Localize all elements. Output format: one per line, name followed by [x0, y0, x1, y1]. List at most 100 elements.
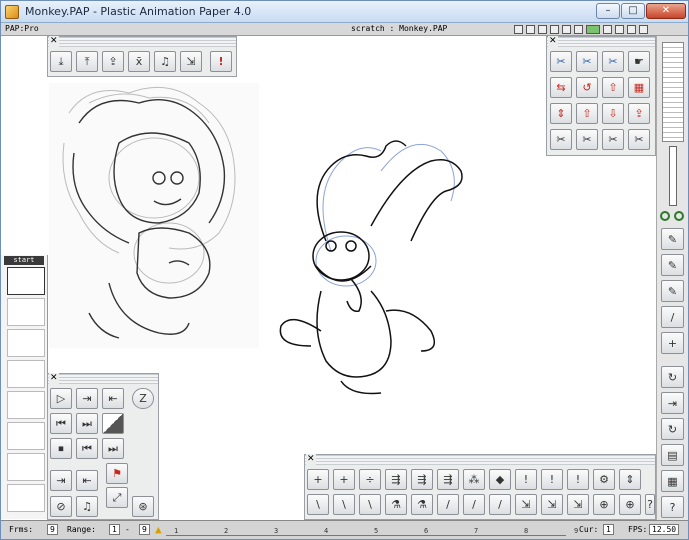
frame-thumbnail[interactable] [7, 360, 45, 388]
fps-value[interactable]: 12.50 [649, 524, 680, 535]
frame-thumbnail[interactable] [7, 422, 45, 450]
step-back-button[interactable]: ⇤ [102, 388, 124, 409]
timeline-ruler[interactable]: 1 2 3 4 5 6 7 8 9 [166, 524, 578, 536]
bottom-tool-button[interactable]: ⇶ [411, 469, 433, 490]
toggle-icon[interactable] [674, 211, 684, 221]
move-down-tool-button[interactable]: ⇩ [602, 103, 624, 124]
import-tool-button[interactable]: ⇲ [180, 51, 202, 72]
monkey-drawing[interactable] [271, 131, 491, 401]
panel-grip[interactable] [48, 37, 236, 47]
cut-selection-button[interactable]: ✂ [628, 129, 650, 150]
step-forward-button[interactable]: ⇥ [76, 388, 98, 409]
skip-tool-button[interactable]: ⇥ [661, 392, 684, 414]
panel-close-icon[interactable]: ✕ [306, 454, 316, 465]
help-button[interactable]: ? [645, 494, 655, 515]
range-to-field[interactable]: 9 [139, 524, 150, 535]
frame-thumbnail[interactable] [7, 391, 45, 419]
panel-close-icon[interactable]: ✕ [49, 36, 59, 47]
move-up-tool-button[interactable]: ⇧ [602, 77, 624, 98]
frame-thumbnail[interactable] [7, 329, 45, 357]
line-tool-button[interactable]: / [661, 306, 684, 328]
bottom-tool-button[interactable]: / [489, 494, 511, 515]
close-button[interactable]: ✕ [646, 3, 686, 19]
move-up-tool-button[interactable]: ⇧ [576, 103, 598, 124]
export-tool-button[interactable]: ⇪ [102, 51, 124, 72]
frame-tool-button[interactable]: x̄ [128, 51, 150, 72]
bottom-tool-button[interactable]: ⇕ [619, 469, 641, 490]
bottom-tool-button[interactable]: + [333, 469, 355, 490]
mini-window-icon[interactable] [639, 25, 648, 34]
contrast-button[interactable] [102, 413, 124, 434]
bottom-tool-button[interactable]: ! [567, 469, 589, 490]
bottom-tool-button[interactable]: ⇶ [385, 469, 407, 490]
layer-tool-button[interactable]: ▦ [661, 470, 684, 492]
flip-vertical-tool-button[interactable]: ⇕ [550, 103, 572, 124]
sound-button[interactable]: ♫ [76, 496, 98, 517]
stop-button[interactable]: ⏹ [50, 438, 72, 459]
bottom-tool-button[interactable]: ⚙ [593, 469, 615, 490]
loop-end-button[interactable]: ⇤ [76, 470, 98, 491]
bottom-tool-button[interactable]: ÷ [359, 469, 381, 490]
pencil-erase-button[interactable]: ✎ [661, 254, 684, 276]
loop-start-button[interactable]: ⇥ [50, 470, 72, 491]
load-tool-button[interactable]: ⤓ [50, 51, 72, 72]
bottom-tool-button[interactable]: ⚗ [385, 494, 407, 515]
zoom-button[interactable]: Z [132, 388, 154, 409]
first-frame-button[interactable]: ⏮ [50, 413, 72, 434]
maximize-button[interactable]: □ [621, 3, 645, 19]
frame-thumbnail[interactable] [7, 484, 45, 512]
sound-tool-button[interactable]: ♫ [154, 51, 176, 72]
mini-window-icon[interactable] [574, 25, 583, 34]
onion-skin-drawing[interactable] [49, 83, 259, 348]
bottom-tool-button[interactable]: / [463, 494, 485, 515]
mini-window-icon[interactable] [562, 25, 571, 34]
last-frame-button[interactable]: ⏭ [76, 413, 98, 434]
title-bar[interactable]: Monkey.PAP - Plastic Animation Paper 4.0… [1, 1, 688, 23]
bottom-tool-button[interactable]: / [437, 494, 459, 515]
bottom-tool-button[interactable]: ◆ [489, 469, 511, 490]
brush-tool-button[interactable]: ✎ [661, 280, 684, 302]
help-tool-button[interactable]: ? [661, 496, 684, 518]
rotate-tool-button[interactable]: ↺ [576, 77, 598, 98]
redo-tool-button[interactable]: ↻ [661, 366, 684, 388]
current-frame-value[interactable]: 1 [603, 524, 614, 535]
frame-thumbnail[interactable] [7, 298, 45, 326]
fast-forward-button[interactable]: ⏭ [102, 438, 124, 459]
fill-tool-button[interactable]: ▤ [661, 444, 684, 466]
cut-selection-button[interactable]: ✂ [576, 129, 598, 150]
panel-grip[interactable] [305, 455, 655, 465]
cut-selection-button[interactable]: ✂ [602, 129, 624, 150]
bottom-tool-button[interactable]: ! [515, 469, 537, 490]
panel-grip[interactable] [547, 37, 655, 47]
export-layer-tool-button[interactable]: ⇪ [628, 103, 650, 124]
mini-window-icon[interactable] [603, 25, 612, 34]
bottom-tool-button[interactable]: ⁂ [463, 469, 485, 490]
marker-button[interactable]: ⚑ [106, 463, 128, 484]
bottom-tool-button[interactable]: \ [359, 494, 381, 515]
range-from-field[interactable]: 1 [109, 524, 120, 535]
bottom-tool-button[interactable]: ⇲ [541, 494, 563, 515]
settings-button[interactable]: ⊛ [132, 496, 154, 517]
bottom-tool-button[interactable]: ⊕ [593, 494, 615, 515]
mini-window-icon[interactable] [550, 25, 559, 34]
bottom-tool-button[interactable]: \ [333, 494, 355, 515]
mini-window-icon[interactable] [514, 25, 523, 34]
playhead-icon[interactable]: ▲ [155, 523, 162, 536]
panel-close-icon[interactable]: ✕ [548, 36, 558, 47]
mini-window-icon[interactable] [627, 25, 636, 34]
panel-grip[interactable] [48, 374, 158, 384]
stack-slider[interactable] [662, 42, 684, 142]
cut-selection-button[interactable]: ✂ [550, 129, 572, 150]
alert-button[interactable]: ! [210, 51, 232, 72]
mini-window-icon[interactable] [615, 25, 624, 34]
bottom-tool-button[interactable]: ⚗ [411, 494, 433, 515]
pencil-tool-button[interactable]: ✎ [661, 228, 684, 250]
opacity-slider[interactable] [669, 146, 677, 206]
bottom-tool-button[interactable]: \ [307, 494, 329, 515]
panel-close-icon[interactable]: ✕ [49, 373, 59, 384]
cut-tool-button[interactable]: ✂ [550, 51, 572, 72]
frame-thumbnail[interactable] [7, 267, 45, 295]
mini-window-icon[interactable] [538, 25, 547, 34]
flip-tool-button[interactable]: ⇆ [550, 77, 572, 98]
mini-window-icon[interactable] [526, 25, 535, 34]
